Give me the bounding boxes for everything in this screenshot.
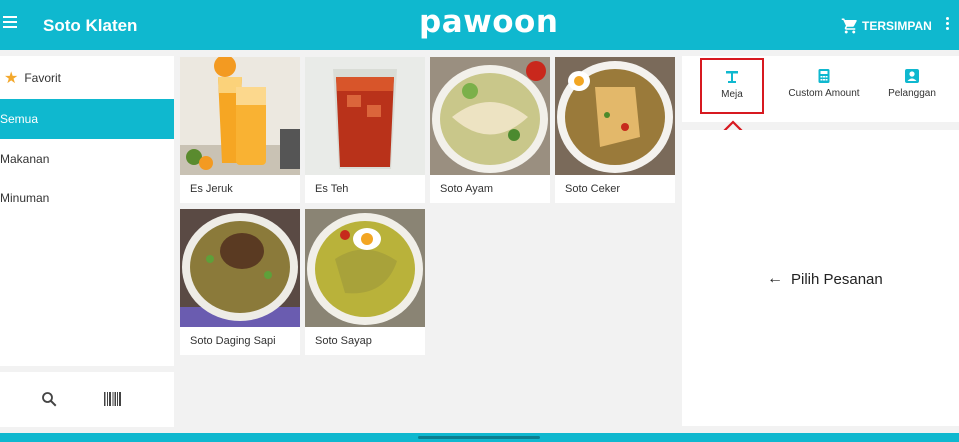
table-icon (726, 71, 738, 83)
category-semua[interactable]: Semua (0, 99, 174, 139)
category-label: Semua (0, 112, 39, 126)
category-makanan[interactable]: Makanan (0, 139, 174, 179)
soto-daging-sapi-image (180, 209, 300, 327)
barcode-icon[interactable] (104, 392, 122, 406)
action-label: Pelanggan (888, 88, 936, 99)
left-tools (0, 372, 174, 427)
customer-icon (905, 69, 919, 83)
product-name: Soto Daging Sapi (190, 335, 276, 347)
saved-label: TERSIMPAN (862, 19, 932, 33)
product-card-soto-ayam[interactable]: Soto Ayam (430, 57, 550, 203)
soto-sayap-image (305, 209, 425, 327)
saved-orders-button[interactable]: TERSIMPAN (841, 16, 932, 36)
kebab-menu-icon[interactable] (943, 17, 951, 33)
hint-text: Pilih Pesanan (791, 270, 883, 288)
category-label: Minuman (0, 191, 50, 205)
product-name: Es Teh (315, 183, 349, 195)
category-label: Makanan (0, 152, 50, 166)
action-label: Meja (721, 89, 743, 100)
action-label: Custom Amount (788, 88, 860, 99)
select-order-hint: ← Pilih Pesanan (767, 270, 883, 288)
left-arrow-icon: ← (767, 270, 783, 287)
product-card-soto-ceker[interactable]: Soto Ceker (555, 57, 675, 203)
category-label: Favorit (24, 71, 62, 85)
custom-amount-button[interactable]: Custom Amount (782, 56, 866, 114)
es-teh-image (305, 57, 425, 175)
product-card-soto-daging-sapi[interactable]: Soto Daging Sapi (180, 209, 300, 355)
es-jeruk-image (180, 57, 300, 175)
table-button[interactable]: Meja (700, 58, 764, 114)
category-favorit[interactable]: ★ Favorit (0, 58, 174, 98)
customer-button[interactable]: Pelanggan (882, 56, 942, 114)
home-indicator[interactable] (418, 436, 540, 439)
soto-ayam-image (430, 57, 550, 175)
product-card-es-teh[interactable]: Es Teh (305, 57, 425, 203)
product-card-es-jeruk[interactable]: Es Jeruk (180, 57, 300, 203)
store-title: Soto Klaten (43, 16, 138, 35)
star-icon: ★ (4, 70, 19, 87)
category-minuman[interactable]: Minuman (0, 178, 174, 218)
search-icon[interactable] (40, 390, 58, 408)
soto-ceker-image (555, 57, 675, 175)
product-name: Soto Ceker (565, 183, 621, 195)
order-actions: Meja Custom Amount Pelanggan (682, 56, 959, 122)
product-name: Soto Sayap (315, 335, 372, 347)
top-bar: Soto Klaten pawoon TERSIMPAN (0, 0, 959, 50)
calculator-icon (818, 69, 830, 83)
product-card-soto-sayap[interactable]: Soto Sayap (305, 209, 425, 355)
product-name: Es Jeruk (190, 183, 233, 195)
product-name: Soto Ayam (440, 183, 493, 195)
hamburger-menu-icon[interactable] (3, 16, 17, 30)
pawoon-logo: pawoon (419, 4, 559, 40)
cart-icon (841, 18, 857, 34)
category-panel: ★ Favorit Semua Makanan Minuman (0, 56, 174, 366)
